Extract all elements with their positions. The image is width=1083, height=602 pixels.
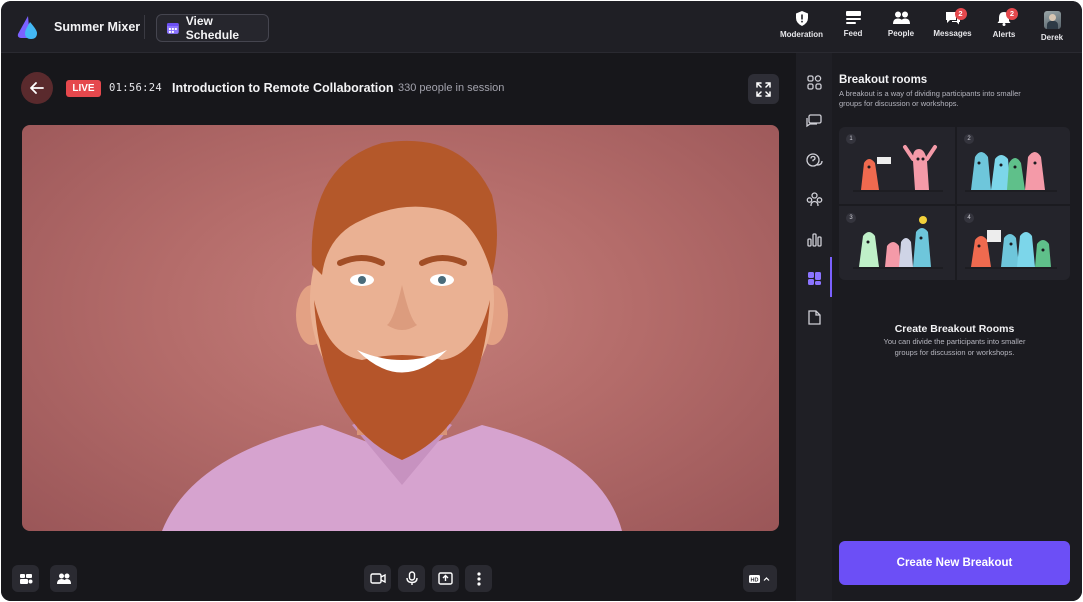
people-count: 330 people in session	[398, 82, 505, 94]
panel-description: A breakout is a way of dividing particip…	[839, 89, 1021, 108]
hd-icon: HD	[749, 574, 770, 583]
rail-groups[interactable]	[805, 190, 823, 208]
people-icon	[892, 11, 910, 24]
microphone-button[interactable]	[398, 565, 425, 592]
avatar	[1043, 11, 1061, 29]
view-schedule-label: View Schedule	[185, 14, 240, 42]
feed-icon	[845, 11, 861, 24]
shield-icon	[795, 11, 808, 26]
nav-label: Messages	[933, 29, 972, 38]
svg-text:HD: HD	[751, 577, 759, 583]
breakout-rooms-grid: 1 2 3 4	[839, 127, 1070, 280]
chat-icon	[806, 114, 822, 128]
alerts-badge: 2	[1006, 8, 1018, 20]
view-schedule-button[interactable]: View Schedule	[156, 14, 269, 42]
more-options-button[interactable]	[465, 565, 492, 592]
app-logo-icon[interactable]	[16, 14, 44, 42]
nav-alerts[interactable]: 2 Alerts	[980, 1, 1028, 53]
nav-moderation[interactable]: Moderation	[774, 1, 829, 53]
arrow-left-icon	[30, 82, 44, 94]
nav-people[interactable]: People	[877, 1, 925, 53]
nav-label: Alerts	[992, 30, 1016, 39]
breakout-room-card[interactable]: 4	[957, 206, 1070, 280]
divider	[144, 15, 145, 39]
expand-icon	[756, 81, 771, 97]
nav-messages[interactable]: 2 Messages	[925, 1, 980, 53]
top-bar: Summer Mixer View Schedule Moderation Fe…	[1, 1, 1082, 53]
room-illustration	[965, 230, 1057, 269]
rail-chat[interactable]	[805, 112, 823, 130]
room-illustration	[853, 216, 943, 269]
more-vertical-icon	[476, 571, 481, 586]
breakout-rooms-icon	[807, 271, 821, 285]
side-rail	[796, 53, 832, 601]
room-illustration	[965, 152, 1057, 192]
calendar-icon	[166, 23, 179, 34]
rail-breakout[interactable]	[805, 269, 823, 287]
share-screen-icon	[438, 572, 453, 585]
nav-profile[interactable]: Derek	[1028, 1, 1076, 53]
app-title: Summer Mixer	[54, 20, 141, 34]
hand-wave-icon	[19, 573, 32, 584]
create-rooms-description: You can divide the participants into sma…	[883, 337, 1026, 357]
nav-label: Feed	[843, 29, 863, 38]
back-button[interactable]	[21, 72, 53, 104]
speaker-video[interactable]	[22, 125, 779, 531]
messages-badge: 2	[954, 8, 967, 20]
rail-apps[interactable]	[805, 73, 823, 91]
breakout-room-card[interactable]: 2	[957, 127, 1070, 204]
document-icon	[807, 309, 821, 325]
rail-qa[interactable]	[805, 151, 823, 169]
question-chat-icon	[805, 152, 823, 167]
video-stage: LIVE 01:56:24 Introduction to Remote Col…	[1, 53, 796, 601]
nav-label: People	[887, 29, 915, 38]
group-icon	[806, 191, 822, 206]
bar-chart-icon	[806, 232, 822, 247]
create-new-breakout-button[interactable]: Create New Breakout	[839, 541, 1070, 585]
rail-polls[interactable]	[805, 230, 823, 248]
reactions-button[interactable]	[12, 565, 39, 592]
breakout-room-card[interactable]: 3	[839, 206, 955, 280]
camera-icon	[369, 573, 386, 584]
participants-button[interactable]	[50, 565, 77, 592]
live-badge: LIVE	[66, 80, 101, 97]
rail-files[interactable]	[805, 308, 823, 326]
session-title: Introduction to Remote Collaboration	[172, 81, 394, 95]
breakout-room-card[interactable]: 1	[839, 127, 955, 204]
nav-feed[interactable]: Feed	[829, 1, 877, 53]
top-nav: Moderation Feed People 2 Messages 2 Aler…	[774, 1, 1076, 53]
grid-icon	[806, 74, 822, 90]
share-screen-button[interactable]	[432, 565, 459, 592]
panel-title: Breakout rooms	[839, 74, 928, 86]
microphone-icon	[405, 571, 418, 585]
session-timer: 01:56:24	[109, 82, 162, 94]
nav-label: Moderation	[779, 30, 824, 39]
quality-button[interactable]: HD	[743, 565, 777, 592]
nav-label: Derek	[1040, 33, 1064, 42]
create-rooms-title: Create Breakout Rooms	[894, 323, 1015, 335]
camera-button[interactable]	[364, 565, 391, 592]
people-icon	[56, 573, 71, 584]
speaker-illustration	[162, 140, 622, 531]
fullscreen-button[interactable]	[748, 74, 779, 104]
room-illustration	[853, 145, 943, 192]
breakout-panel: Breakout rooms A breakout is a way of di…	[832, 53, 1082, 601]
app-window: Summer Mixer View Schedule Moderation Fe…	[1, 1, 1082, 601]
